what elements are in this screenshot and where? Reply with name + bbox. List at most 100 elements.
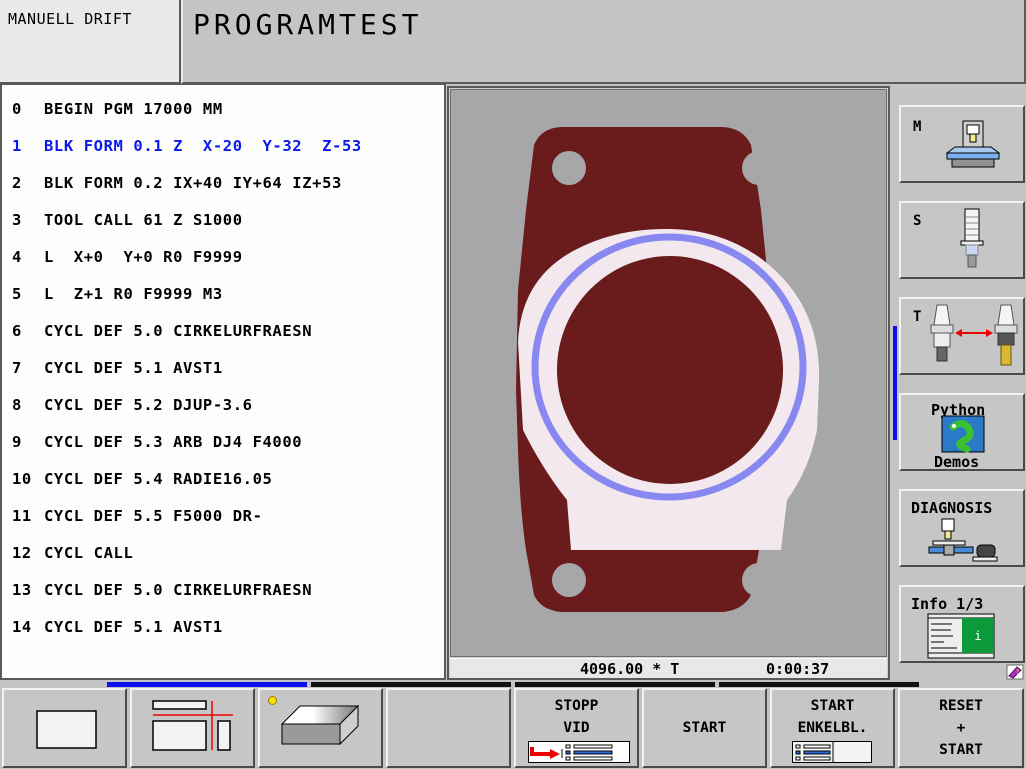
softkey-t-tool[interactable]: T	[899, 297, 1025, 375]
line-number: 5	[12, 285, 22, 303]
softkey-3d-view[interactable]	[258, 688, 383, 768]
program-line[interactable]: 6 CYCL DEF 5.0 CIRKELURFRAESN	[12, 322, 312, 340]
status-led-icon	[268, 696, 277, 705]
workpiece-core	[557, 256, 783, 484]
softkey-diagnosis[interactable]: DIAGNOSIS	[899, 489, 1025, 567]
softkey-label-line2: ENKELBL.	[797, 720, 868, 736]
softkey-empty[interactable]	[386, 688, 511, 768]
softkey-label: Info 1/3	[911, 595, 984, 613]
program-line[interactable]: 11 CYCL DEF 5.5 F5000 DR-	[12, 507, 263, 525]
line-text: CYCL DEF 5.2 DJUP-3.6	[44, 396, 253, 414]
operating-mode-box[interactable]: MANUELL DRIFT	[0, 0, 181, 84]
simulation-graphic[interactable]	[450, 89, 887, 657]
page-title: PROGRAMTEST	[193, 8, 423, 41]
softkey-label-line3: START	[939, 742, 983, 758]
line-text: CYCL DEF 5.0 CIRKELURFRAESN	[44, 581, 313, 599]
line-text: CYCL DEF 5.0 CIRKELURFRAESN	[44, 322, 313, 340]
svg-text:i: i	[974, 629, 981, 643]
help-book-icon[interactable]: ?	[1006, 664, 1024, 680]
line-text: CYCL CALL	[44, 544, 134, 562]
line-number: 3	[12, 211, 22, 229]
softkey-label: S	[913, 213, 922, 229]
line-text: L X+0 Y+0 R0 F9999	[44, 248, 243, 266]
line-number: 2	[12, 174, 22, 192]
softkey-three-plane-view[interactable]	[130, 688, 255, 768]
line-number: 0	[12, 100, 22, 118]
softkey-label-line1: STOPP	[554, 698, 599, 714]
program-line[interactable]: 1 BLK FORM 0.1 Z X-20 Y-32 Z-53	[12, 137, 362, 155]
feed-readout: 4096.00 * T	[580, 660, 680, 678]
softkey-info[interactable]: Info 1/3 i	[899, 585, 1025, 663]
line-text: BLK FORM 0.2 IX+40 IY+64 IZ+53	[44, 174, 342, 192]
program-line[interactable]: 13 CYCL DEF 5.0 CIRKELURFRAESN	[12, 581, 312, 599]
program-line[interactable]: 2 BLK FORM 0.2 IX+40 IY+64 IZ+53	[12, 174, 342, 192]
line-number: 8	[12, 396, 22, 414]
program-line[interactable]: 8 CYCL DEF 5.2 DJUP-3.6	[12, 396, 253, 414]
softkey-row-indicator	[311, 682, 511, 687]
line-number: 13	[12, 581, 32, 599]
program-listing[interactable]: 0 BEGIN PGM 17000 MM 1 BLK FORM 0.1 Z X-20 …	[0, 84, 446, 680]
line-number: 1	[12, 137, 22, 155]
line-text: L Z+1 R0 F9999 M3	[44, 285, 223, 303]
diagnosis-machine-icon	[928, 518, 998, 562]
program-line[interactable]: 10 CYCL DEF 5.4 RADIE16.05	[12, 470, 272, 488]
line-number: 9	[12, 433, 22, 451]
operating-mode-label: MANUELL DRIFT	[8, 10, 132, 28]
machine-table-icon	[945, 120, 1001, 168]
tool-change-icon	[930, 304, 1018, 366]
line-text: TOOL CALL 61 Z S1000	[44, 211, 243, 229]
machining-time: 0:00:37	[766, 660, 830, 678]
program-line[interactable]: 5 L Z+1 R0 F9999 M3	[12, 285, 223, 303]
softkey-s-spindle[interactable]: S	[899, 201, 1025, 279]
info-window-icon: i	[927, 613, 995, 659]
bolt-hole	[742, 563, 776, 597]
softkey-start[interactable]: START	[642, 688, 767, 768]
program-line[interactable]: 14 CYCL DEF 5.1 AVST1	[12, 618, 223, 636]
line-number: 4	[12, 248, 22, 266]
3d-block-icon	[280, 704, 360, 746]
workpiece-graphic	[516, 127, 820, 612]
three-plane-view-icon	[152, 700, 233, 751]
softkey-plan-view[interactable]	[2, 688, 127, 768]
line-text: CYCL DEF 5.3 ARB DJ4 F4000	[44, 433, 303, 451]
bolt-hole	[552, 563, 586, 597]
program-line[interactable]: 9 CYCL DEF 5.3 ARB DJ4 F4000	[12, 433, 302, 451]
program-line[interactable]: 0 BEGIN PGM 17000 MM	[12, 100, 223, 118]
program-mode-box: PROGRAMTEST	[181, 0, 1026, 84]
program-line[interactable]: 12 CYCL CALL	[12, 544, 133, 562]
softkey-row-active-indicator	[107, 682, 307, 687]
softkey-reset-start[interactable]: RESET + START	[898, 688, 1024, 768]
softkey-stopp-vid[interactable]: STOPP VID	[514, 688, 639, 768]
softkey-label-bottom: Demos	[934, 453, 980, 471]
softkey-python-demos[interactable]: Python Demos	[899, 393, 1025, 471]
line-number: 11	[12, 507, 32, 525]
program-line[interactable]: 7 CYCL DEF 5.1 AVST1	[12, 359, 223, 377]
python-snake-icon	[941, 415, 985, 453]
softkey-page-indicator	[893, 326, 897, 440]
softkey-m-functions[interactable]: M	[899, 105, 1025, 183]
softkey-label: START	[682, 720, 727, 736]
softkey-label-line2: +	[956, 720, 966, 736]
softkey-label-line1: RESET	[939, 698, 983, 714]
softkey-label-line2: VID	[563, 720, 590, 736]
line-text: BLK FORM 0.1 Z X-20 Y-32 Z-53	[44, 137, 362, 155]
spindle-icon	[960, 208, 984, 268]
single-view-icon	[36, 710, 97, 749]
line-text: CYCL DEF 5.5 F5000 DR-	[44, 507, 263, 525]
bolt-hole	[742, 151, 776, 185]
stop-at-block-icon	[528, 741, 630, 763]
program-line[interactable]: 4 L X+0 Y+0 R0 F9999	[12, 248, 243, 266]
line-number: 12	[12, 544, 32, 562]
program-line[interactable]: 3 TOOL CALL 61 Z S1000	[12, 211, 243, 229]
softkey-label: M	[913, 119, 922, 135]
softkey-start-single-block[interactable]: START ENKELBL.	[770, 688, 895, 768]
simulation-status-bar: 4096.00 * T 0:00:37	[450, 658, 887, 678]
bolt-hole	[552, 151, 586, 185]
line-number: 7	[12, 359, 22, 377]
line-text: CYCL DEF 5.1 AVST1	[44, 359, 223, 377]
softkey-label: DIAGNOSIS	[911, 499, 993, 517]
single-block-icon	[792, 741, 872, 763]
line-text: CYCL DEF 5.1 AVST1	[44, 618, 223, 636]
line-number: 10	[12, 470, 32, 488]
softkey-label: T	[913, 309, 922, 325]
